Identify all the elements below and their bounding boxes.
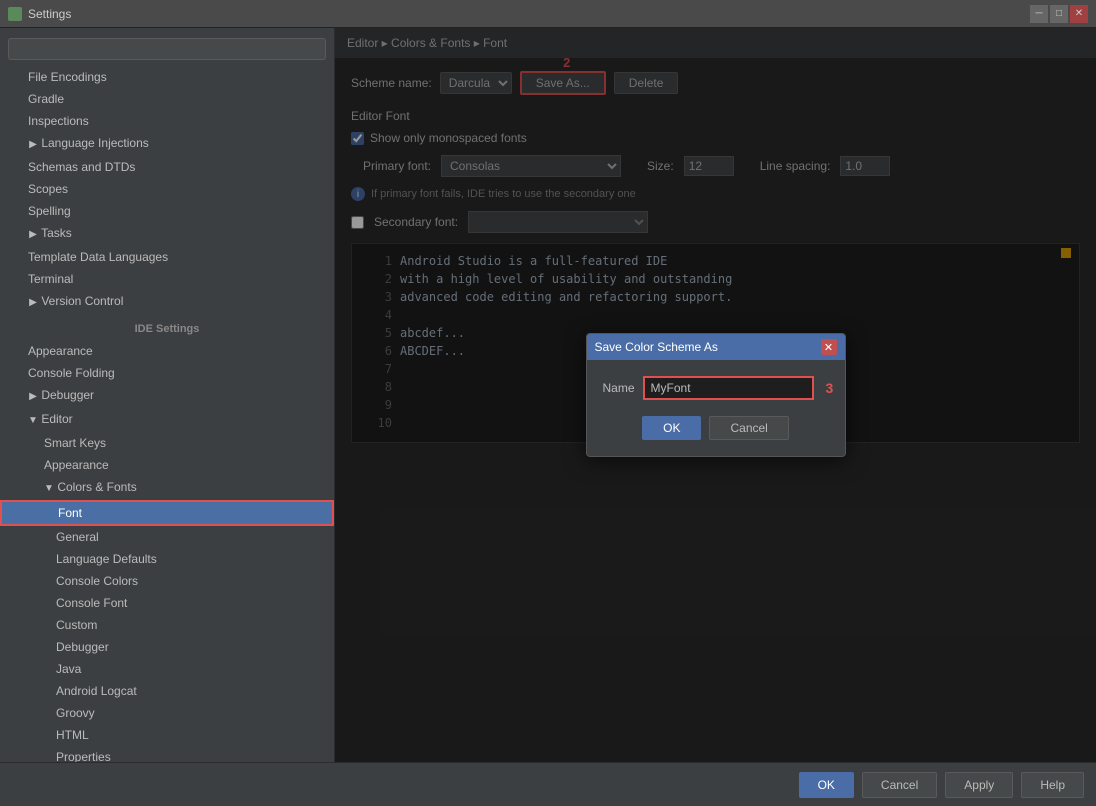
sidebar-item-groovy[interactable]: Groovy bbox=[0, 702, 334, 724]
sidebar-item-inspections[interactable]: Inspections bbox=[0, 110, 334, 132]
sidebar-item-gradle[interactable]: Gradle bbox=[0, 88, 334, 110]
modal-buttons: OK Cancel bbox=[603, 416, 829, 440]
sidebar-item-android-logcat[interactable]: Android Logcat bbox=[0, 680, 334, 702]
save-color-scheme-dialog: Save Color Scheme As ✕ Name 3 OK Cancel bbox=[586, 333, 846, 457]
sidebar-item-properties[interactable]: Properties bbox=[0, 746, 334, 762]
sidebar-item-file-encodings[interactable]: File Encodings bbox=[0, 66, 334, 88]
main-layout: File Encodings Gradle Inspections ▶ Lang… bbox=[0, 28, 1096, 762]
title-bar-text: Settings bbox=[28, 7, 71, 21]
sidebar-item-general[interactable]: General bbox=[0, 526, 334, 548]
sidebar-item-html[interactable]: HTML bbox=[0, 724, 334, 746]
sidebar-item-template-data-languages[interactable]: Template Data Languages bbox=[0, 246, 334, 268]
modal-cancel-button[interactable]: Cancel bbox=[709, 416, 788, 440]
sidebar-item-language-defaults[interactable]: Language Defaults bbox=[0, 548, 334, 570]
sidebar-item-debugger-colors[interactable]: Debugger bbox=[0, 636, 334, 658]
sidebar-item-font[interactable]: Font bbox=[0, 500, 334, 526]
sidebar-item-console-colors[interactable]: Console Colors bbox=[0, 570, 334, 592]
section-ide-settings: IDE Settings bbox=[0, 314, 334, 340]
modal-ok-button[interactable]: OK bbox=[642, 416, 701, 440]
sidebar-item-spelling[interactable]: Spelling bbox=[0, 200, 334, 222]
sidebar-item-console-font[interactable]: Console Font bbox=[0, 592, 334, 614]
sidebar-item-colors-fonts[interactable]: ▼ Colors & Fonts bbox=[0, 476, 334, 500]
maximize-button[interactable]: □ bbox=[1050, 5, 1068, 23]
expand-icon: ▶ bbox=[28, 388, 38, 406]
sidebar: File Encodings Gradle Inspections ▶ Lang… bbox=[0, 28, 335, 762]
close-button[interactable]: ✕ bbox=[1070, 5, 1088, 23]
sidebar-item-appearance[interactable]: Appearance bbox=[0, 340, 334, 362]
bottom-bar: OK Cancel Apply Help bbox=[0, 762, 1096, 806]
apply-button[interactable]: Apply bbox=[945, 772, 1013, 798]
modal-overlay: Save Color Scheme As ✕ Name 3 OK Cancel bbox=[335, 28, 1096, 762]
title-bar: Settings ─ □ ✕ bbox=[0, 0, 1096, 28]
modal-name-row: Name 3 bbox=[603, 376, 829, 400]
sidebar-item-editor[interactable]: ▼ Editor bbox=[0, 408, 334, 432]
ok-button[interactable]: OK bbox=[799, 772, 854, 798]
modal-close-button[interactable]: ✕ bbox=[821, 339, 837, 355]
expand-icon: ▼ bbox=[28, 412, 38, 430]
sidebar-item-version-control[interactable]: ▶ Version Control bbox=[0, 290, 334, 314]
sidebar-item-scopes[interactable]: Scopes bbox=[0, 178, 334, 200]
window-controls: ─ □ ✕ bbox=[1030, 5, 1088, 23]
sidebar-item-tasks[interactable]: ▶ Tasks bbox=[0, 222, 334, 246]
expand-icon: ▶ bbox=[28, 294, 38, 312]
expand-icon: ▶ bbox=[28, 136, 38, 154]
sidebar-item-console-folding[interactable]: Console Folding bbox=[0, 362, 334, 384]
app-icon bbox=[8, 7, 22, 21]
sidebar-item-java[interactable]: Java bbox=[0, 658, 334, 680]
sidebar-item-appearance-editor[interactable]: Appearance bbox=[0, 454, 334, 476]
modal-name-label: Name bbox=[603, 381, 635, 395]
expand-icon: ▶ bbox=[28, 226, 38, 244]
modal-title-bar: Save Color Scheme As ✕ bbox=[587, 334, 845, 360]
sidebar-item-language-injections[interactable]: ▶ Language Injections bbox=[0, 132, 334, 156]
sidebar-item-custom[interactable]: Custom bbox=[0, 614, 334, 636]
minimize-button[interactable]: ─ bbox=[1030, 5, 1048, 23]
sidebar-item-debugger[interactable]: ▶ Debugger bbox=[0, 384, 334, 408]
modal-body: Name 3 OK Cancel bbox=[587, 360, 845, 456]
sidebar-item-smart-keys[interactable]: Smart Keys bbox=[0, 432, 334, 454]
expand-icon: ▼ bbox=[44, 480, 54, 498]
search-input[interactable] bbox=[8, 38, 326, 60]
modal-name-input[interactable] bbox=[643, 376, 814, 400]
help-button[interactable]: Help bbox=[1021, 772, 1084, 798]
cancel-button[interactable]: Cancel bbox=[862, 772, 937, 798]
content-area: Editor ▸ Colors & Fonts ▸ Font Scheme na… bbox=[335, 28, 1096, 762]
step3-indicator: 3 bbox=[826, 380, 834, 396]
modal-title: Save Color Scheme As bbox=[595, 340, 718, 354]
sidebar-item-schemas-dtds[interactable]: Schemas and DTDs bbox=[0, 156, 334, 178]
sidebar-item-terminal[interactable]: Terminal bbox=[0, 268, 334, 290]
